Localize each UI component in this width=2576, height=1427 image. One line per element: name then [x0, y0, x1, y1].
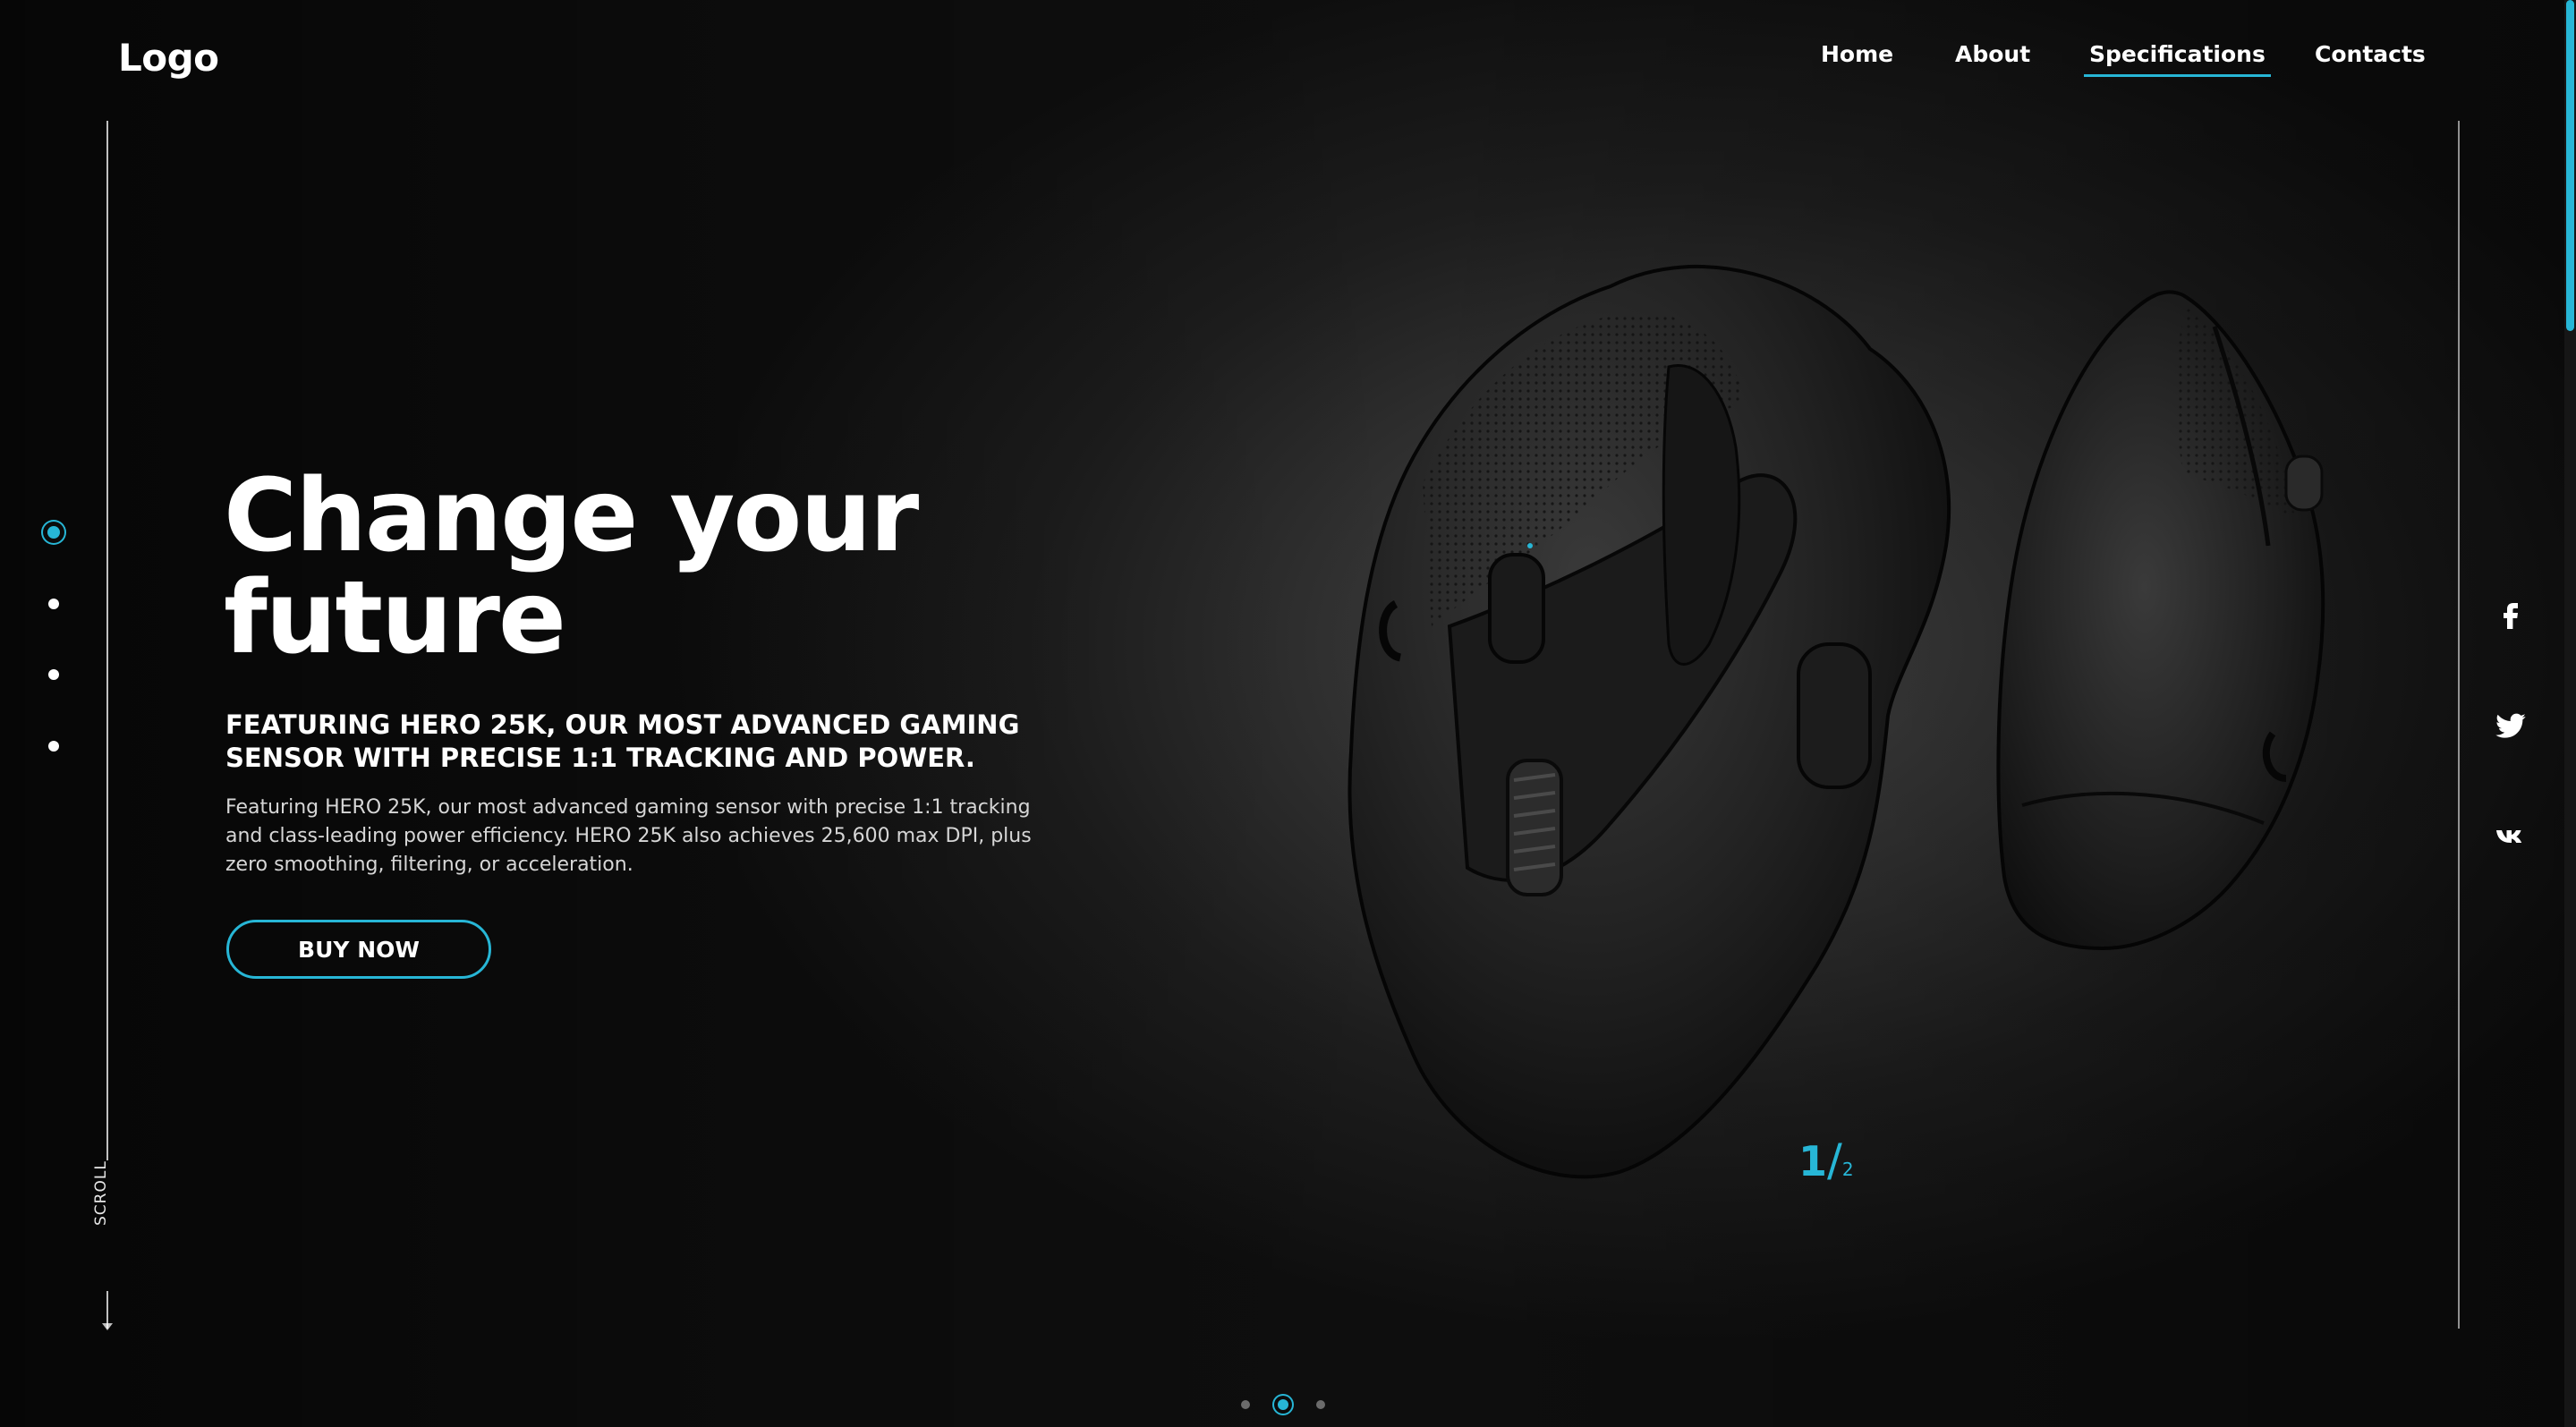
side-pager-dot-4[interactable] — [48, 741, 59, 752]
main-nav: Home About Specifications Contacts — [1790, 41, 2452, 86]
twitter-icon[interactable] — [2493, 708, 2529, 743]
product-image-gaming-mouse — [1348, 264, 2325, 1179]
slide-counter-total: 2 — [1841, 1159, 1854, 1180]
bottom-pager-dot-2[interactable] — [1278, 1399, 1288, 1410]
scroll-label[interactable]: SCROLL — [92, 1160, 110, 1226]
nav-contacts[interactable]: Contacts — [2315, 41, 2426, 67]
hero-title-line-1: Change your — [224, 458, 919, 574]
nav-specifications[interactable]: Specifications — [2084, 41, 2271, 77]
side-pager-dot-2[interactable] — [48, 599, 59, 609]
logo[interactable]: Logo — [118, 36, 219, 80]
slide-counter-current: 1 — [1798, 1137, 1828, 1185]
hero-title-line-2: future — [224, 560, 566, 676]
hero-description: Featuring HERO 25K, our most advanced ga… — [225, 796, 1032, 876]
nav-home[interactable]: Home — [1821, 41, 1893, 67]
slide-counter-separator: / — [1827, 1134, 1842, 1186]
hero-subtitle: FEATURING HERO 25K, OUR MOST ADVANCED GA… — [225, 709, 1020, 773]
facebook-icon[interactable] — [2493, 596, 2529, 632]
right-frame-line — [2458, 121, 2460, 1329]
bottom-pager-dot-1[interactable] — [1241, 1400, 1250, 1409]
side-pager-dot-3[interactable] — [48, 669, 59, 680]
left-frame-line — [106, 121, 108, 1160]
vk-icon[interactable] — [2493, 819, 2529, 854]
slide-counter: 1/2 — [1798, 1134, 1854, 1186]
scroll-arrow-icon[interactable] — [102, 1323, 113, 1330]
bottom-pager-dot-3[interactable] — [1316, 1400, 1325, 1409]
scrollbar-thumb[interactable] — [2566, 0, 2574, 331]
nav-about[interactable]: About — [1955, 41, 2030, 67]
hero-title: Change your future — [224, 465, 1029, 669]
buy-now-button[interactable]: BUY NOW — [226, 920, 491, 979]
side-pager-dot-1[interactable] — [47, 526, 60, 539]
hero-page: Logo Home About Specifications Contacts … — [0, 0, 2576, 1427]
